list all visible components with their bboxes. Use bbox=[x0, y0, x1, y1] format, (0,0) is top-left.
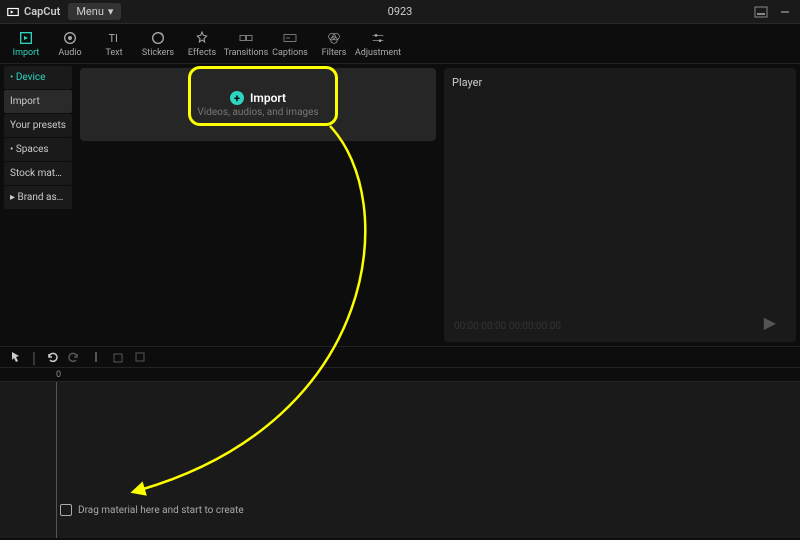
timeline[interactable]: 0 Drag material here and start to create bbox=[0, 368, 800, 538]
sidebar-item-stock[interactable]: Stock mate… bbox=[4, 162, 72, 185]
tab-adjustment[interactable]: Adjustment bbox=[356, 25, 400, 63]
stickers-icon bbox=[150, 30, 166, 46]
sidebar-item-brand[interactable]: ▸ Brand assets bbox=[4, 186, 72, 209]
svg-text:TI: TI bbox=[109, 32, 118, 45]
project-title: 0923 bbox=[388, 5, 413, 18]
chevron-down-icon: ▾ bbox=[108, 5, 114, 18]
capcut-icon bbox=[6, 5, 20, 19]
redo-icon[interactable] bbox=[68, 348, 80, 367]
player-panel: Player 00:00:00:00 00:00:00:00 ▶ bbox=[440, 64, 800, 346]
shortcut-icon[interactable] bbox=[752, 4, 770, 20]
player-timecode: 00:00:00:00 00:00:00:00 bbox=[454, 321, 561, 332]
titlebar: CapCut Menu ▾ 0923 bbox=[0, 0, 800, 24]
timeline-toolbar: | bbox=[0, 346, 800, 368]
effects-icon bbox=[194, 30, 210, 46]
main-row: • Device Import Your presets • Spaces St… bbox=[0, 64, 800, 346]
app-logo: CapCut bbox=[6, 5, 60, 19]
filters-icon bbox=[326, 30, 342, 46]
play-icon[interactable]: ▶ bbox=[764, 313, 776, 332]
top-tabstrip: Import Audio TI Text Stickers Effects Tr… bbox=[0, 24, 800, 64]
window-controls bbox=[752, 4, 794, 20]
tab-stickers[interactable]: Stickers bbox=[136, 25, 180, 63]
import-dropzone[interactable]: + Import Videos, audios, and images bbox=[80, 68, 436, 141]
timeline-drag-hint: Drag material here and start to create bbox=[60, 504, 244, 516]
divider: | bbox=[32, 348, 36, 367]
minimize-icon[interactable] bbox=[776, 4, 794, 20]
adjustment-icon bbox=[370, 30, 386, 46]
select-tool-icon[interactable] bbox=[10, 348, 22, 367]
player-title: Player bbox=[452, 76, 788, 89]
sidebar-item-import[interactable]: Import bbox=[4, 90, 72, 113]
captions-icon bbox=[282, 30, 298, 46]
tab-filters[interactable]: Filters bbox=[312, 25, 356, 63]
ruler-zero: 0 bbox=[56, 370, 61, 380]
tab-transitions[interactable]: Transitions bbox=[224, 25, 268, 63]
tab-import[interactable]: Import bbox=[4, 25, 48, 63]
import-icon bbox=[18, 30, 34, 46]
left-sidebar: • Device Import Your presets • Spaces St… bbox=[0, 64, 76, 346]
tab-audio[interactable]: Audio bbox=[48, 25, 92, 63]
import-subtitle: Videos, audios, and images bbox=[197, 107, 318, 118]
plus-icon: + bbox=[230, 91, 244, 105]
app-name: CapCut bbox=[24, 5, 60, 18]
tab-effects[interactable]: Effects bbox=[180, 25, 224, 63]
sidebar-item-device[interactable]: • Device bbox=[4, 66, 72, 89]
undo-icon[interactable] bbox=[46, 348, 58, 367]
sidebar-item-presets[interactable]: Your presets bbox=[4, 114, 72, 137]
tab-captions[interactable]: Captions bbox=[268, 25, 312, 63]
tab-text[interactable]: TI Text bbox=[92, 25, 136, 63]
sidebar-item-spaces[interactable]: • Spaces bbox=[4, 138, 72, 161]
crop-icon[interactable] bbox=[134, 348, 146, 367]
import-title: Import bbox=[250, 91, 286, 105]
timeline-ruler[interactable]: 0 bbox=[0, 368, 800, 382]
audio-icon bbox=[62, 30, 78, 46]
delete-icon[interactable] bbox=[112, 348, 124, 367]
player: Player 00:00:00:00 00:00:00:00 ▶ bbox=[444, 68, 796, 342]
playhead[interactable] bbox=[56, 382, 57, 538]
transitions-icon bbox=[238, 30, 254, 46]
text-icon: TI bbox=[106, 30, 122, 46]
media-panel: + Import Videos, audios, and images bbox=[76, 64, 440, 346]
split-icon[interactable] bbox=[90, 348, 102, 367]
menu-button[interactable]: Menu ▾ bbox=[68, 3, 121, 20]
document-icon bbox=[60, 504, 72, 516]
